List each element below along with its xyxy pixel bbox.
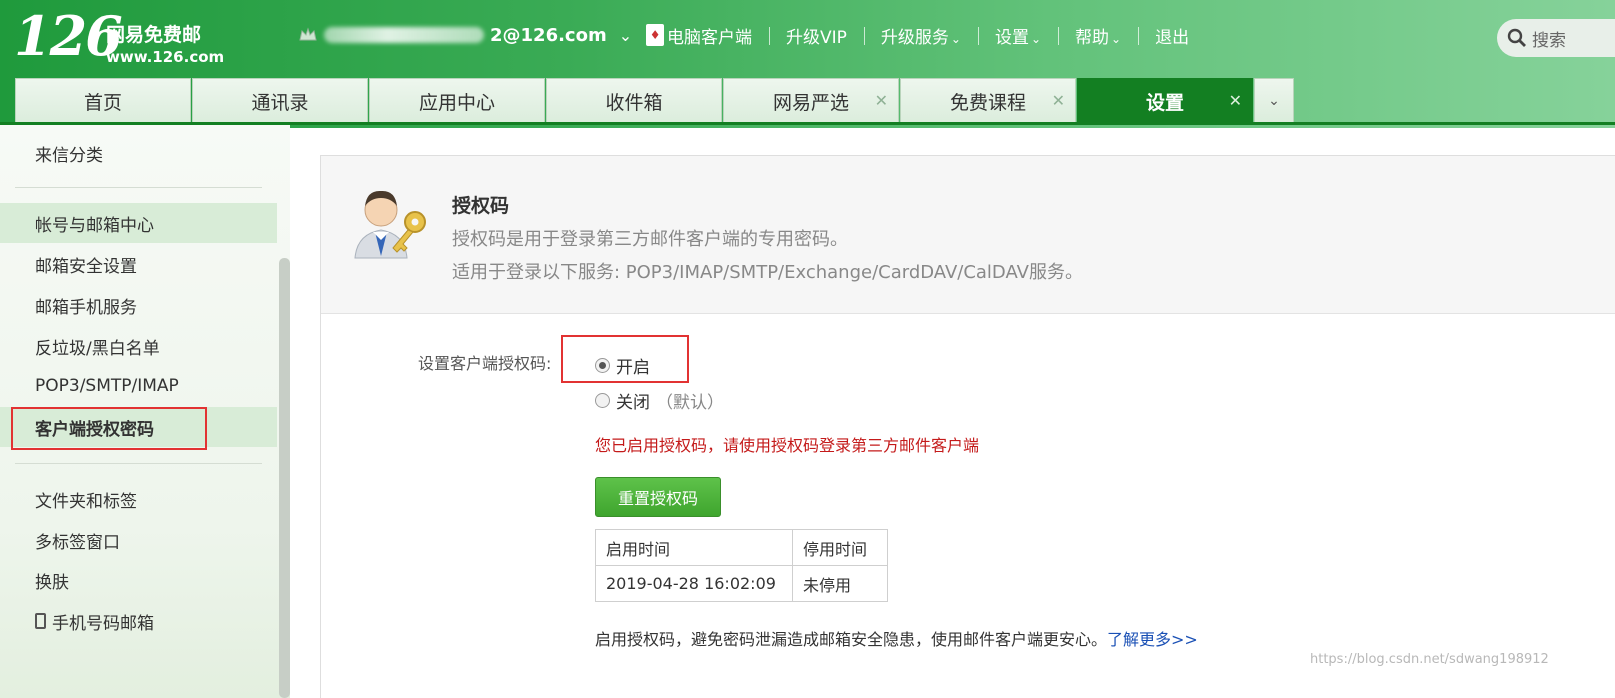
topnav-upgrade-vip[interactable]: 升级VIP (769, 23, 864, 48)
table-cell: 2019-04-28 16:02:09 (595, 565, 793, 602)
topnav-desktop-client[interactable]: 电脑客户端 (650, 23, 769, 48)
tab-more-button[interactable]: ⌄ (1254, 78, 1294, 123)
sidebar-item-phone-mailbox[interactable]: 手机号码邮箱 (0, 601, 277, 641)
watermark: https://blog.csdn.net/sdwang198912 (1310, 652, 1549, 667)
sidebar-item-account-center[interactable]: 帐号与邮箱中心 (0, 203, 277, 243)
topnav-help[interactable]: 帮助 ⌄ (1058, 23, 1138, 48)
account-email: 2@126.com (490, 24, 607, 46)
account-menu[interactable]: 2@126.com ⌄ ♦ (298, 22, 665, 48)
user-key-icon (354, 190, 426, 259)
auth-code-panel: 授权码 授权码是用于登录第三方邮件客户端的专用密码。 适用于登录以下服务: PO… (320, 155, 1615, 698)
sidebar-item-multitab[interactable]: 多标签窗口 (0, 520, 277, 560)
tab-yanxuan[interactable]: 网易严选 ✕ (723, 78, 899, 123)
page-services-description: 适用于登录以下服务: POP3/IMAP/SMTP/Exchange/CardD… (452, 262, 1083, 283)
table-header: 停用时间 (792, 529, 888, 566)
tab-free-courses[interactable]: 免费课程 ✕ (900, 78, 1076, 123)
chevron-down-icon[interactable]: ⌄ (619, 26, 632, 45)
radio-disable-label: 关闭 (616, 393, 650, 413)
logo-name: 网易免费邮 (106, 24, 202, 46)
radio-enable-label: 开启 (616, 358, 650, 378)
auth-history-table: 启用时间 停用时间 2019-04-28 16:02:09 未停用 (595, 529, 888, 602)
sidebar-divider (15, 463, 262, 464)
radio-enable[interactable]: 开启 (595, 353, 650, 378)
sidebar-item-mobile-service[interactable]: 邮箱手机服务 (0, 285, 277, 325)
footer-note: 启用授权码，避免密码泄漏造成邮箱安全隐患，使用邮件客户端更安心。了解更多>> (595, 626, 1198, 650)
footer-text: 启用授权码，避免密码泄漏造成邮箱安全隐患，使用邮件客户端更安心。 (595, 630, 1108, 649)
radio-disable-input[interactable] (595, 393, 610, 408)
table-row: 2019-04-28 16:02:09 未停用 (595, 565, 888, 602)
logo-url: www.126.com (106, 48, 225, 66)
email-username-blurred (324, 27, 484, 43)
crown-icon (299, 27, 317, 41)
sidebar-item-security[interactable]: 邮箱安全设置 (0, 244, 277, 284)
sidebar-item-antispam[interactable]: 反垃圾/黑白名单 (0, 326, 277, 366)
radio-enable-input[interactable] (595, 358, 610, 373)
page-title: 授权码 (452, 195, 510, 217)
chevron-down-icon: ⌄ (950, 31, 961, 46)
topnav-settings[interactable]: 设置 ⌄ (977, 23, 1058, 48)
tab-app-center[interactable]: 应用中心 (369, 78, 545, 123)
page-description: 授权码是用于登录第三方邮件客户端的专用密码。 (452, 229, 848, 250)
sidebar-divider (15, 187, 262, 188)
tab-contacts[interactable]: 通讯录 (192, 78, 368, 123)
status-notice: 您已启用授权码，请使用授权码登录第三方邮件客户端 (595, 436, 980, 455)
search-icon (1507, 28, 1526, 47)
auth-setting-label: 设置客户端授权码: (418, 354, 552, 373)
sidebar-item-folders[interactable]: 文件夹和标签 (0, 479, 277, 519)
radio-default-hint: （默认） (656, 393, 724, 413)
chevron-down-icon: ⌄ (1030, 31, 1042, 46)
logo-number: 126 (14, 4, 123, 68)
sidebar-item-pop3[interactable]: POP3/SMTP/IMAP (0, 366, 277, 406)
tab-home[interactable]: 首页 (15, 78, 191, 123)
radio-disable[interactable]: 关闭 （默认） (595, 388, 724, 413)
sidebar-item-skin[interactable]: 换肤 (0, 560, 277, 600)
tab-inbox[interactable]: 收件箱 (546, 78, 722, 123)
sidebar-item-client-auth[interactable]: 客户端授权密码 (0, 407, 277, 447)
tab-bar: 首页 通讯录 应用中心 收件箱 网易严选 ✕ 免费课程 ✕ 设置 ✕ ⌄ (15, 78, 1294, 123)
header: 126 网易免费邮 www.126.com 2@126.com ⌄ ♦ 电脑客户… (0, 0, 1615, 128)
sidebar: 来信分类 帐号与邮箱中心 邮箱安全设置 邮箱手机服务 反垃圾/黑白名单 POP3… (0, 125, 290, 698)
search-button[interactable]: 搜索 (1497, 19, 1615, 57)
close-icon[interactable]: ✕ (875, 91, 888, 110)
sidebar-item-mail-filter[interactable]: 来信分类 (0, 133, 277, 173)
topnav-logout[interactable]: 退出 (1138, 23, 1206, 48)
reset-auth-code-button[interactable]: 重置授权码 (595, 477, 721, 517)
table-cell: 未停用 (792, 565, 888, 602)
close-icon[interactable]: ✕ (1052, 91, 1065, 110)
table-header: 启用时间 (595, 529, 793, 566)
table-header-row: 启用时间 停用时间 (595, 529, 888, 566)
top-nav: 电脑客户端 升级VIP 升级服务 ⌄ 设置 ⌄ 帮助 ⌄ 退出 (650, 22, 1206, 48)
chevron-down-icon: ⌄ (1111, 31, 1122, 46)
phone-icon (35, 613, 46, 629)
topnav-upgrade-service[interactable]: 升级服务 ⌄ (863, 23, 978, 48)
learn-more-link[interactable]: 了解更多>> (1107, 630, 1198, 649)
tab-settings[interactable]: 设置 ✕ (1077, 78, 1253, 123)
panel-header: 授权码 授权码是用于登录第三方邮件客户端的专用密码。 适用于登录以下服务: PO… (321, 156, 1615, 314)
search-label: 搜索 (1532, 30, 1566, 51)
sidebar-scrollbar[interactable] (279, 258, 290, 698)
chevron-down-icon: ⌄ (1268, 92, 1280, 109)
close-icon[interactable]: ✕ (1229, 91, 1242, 110)
